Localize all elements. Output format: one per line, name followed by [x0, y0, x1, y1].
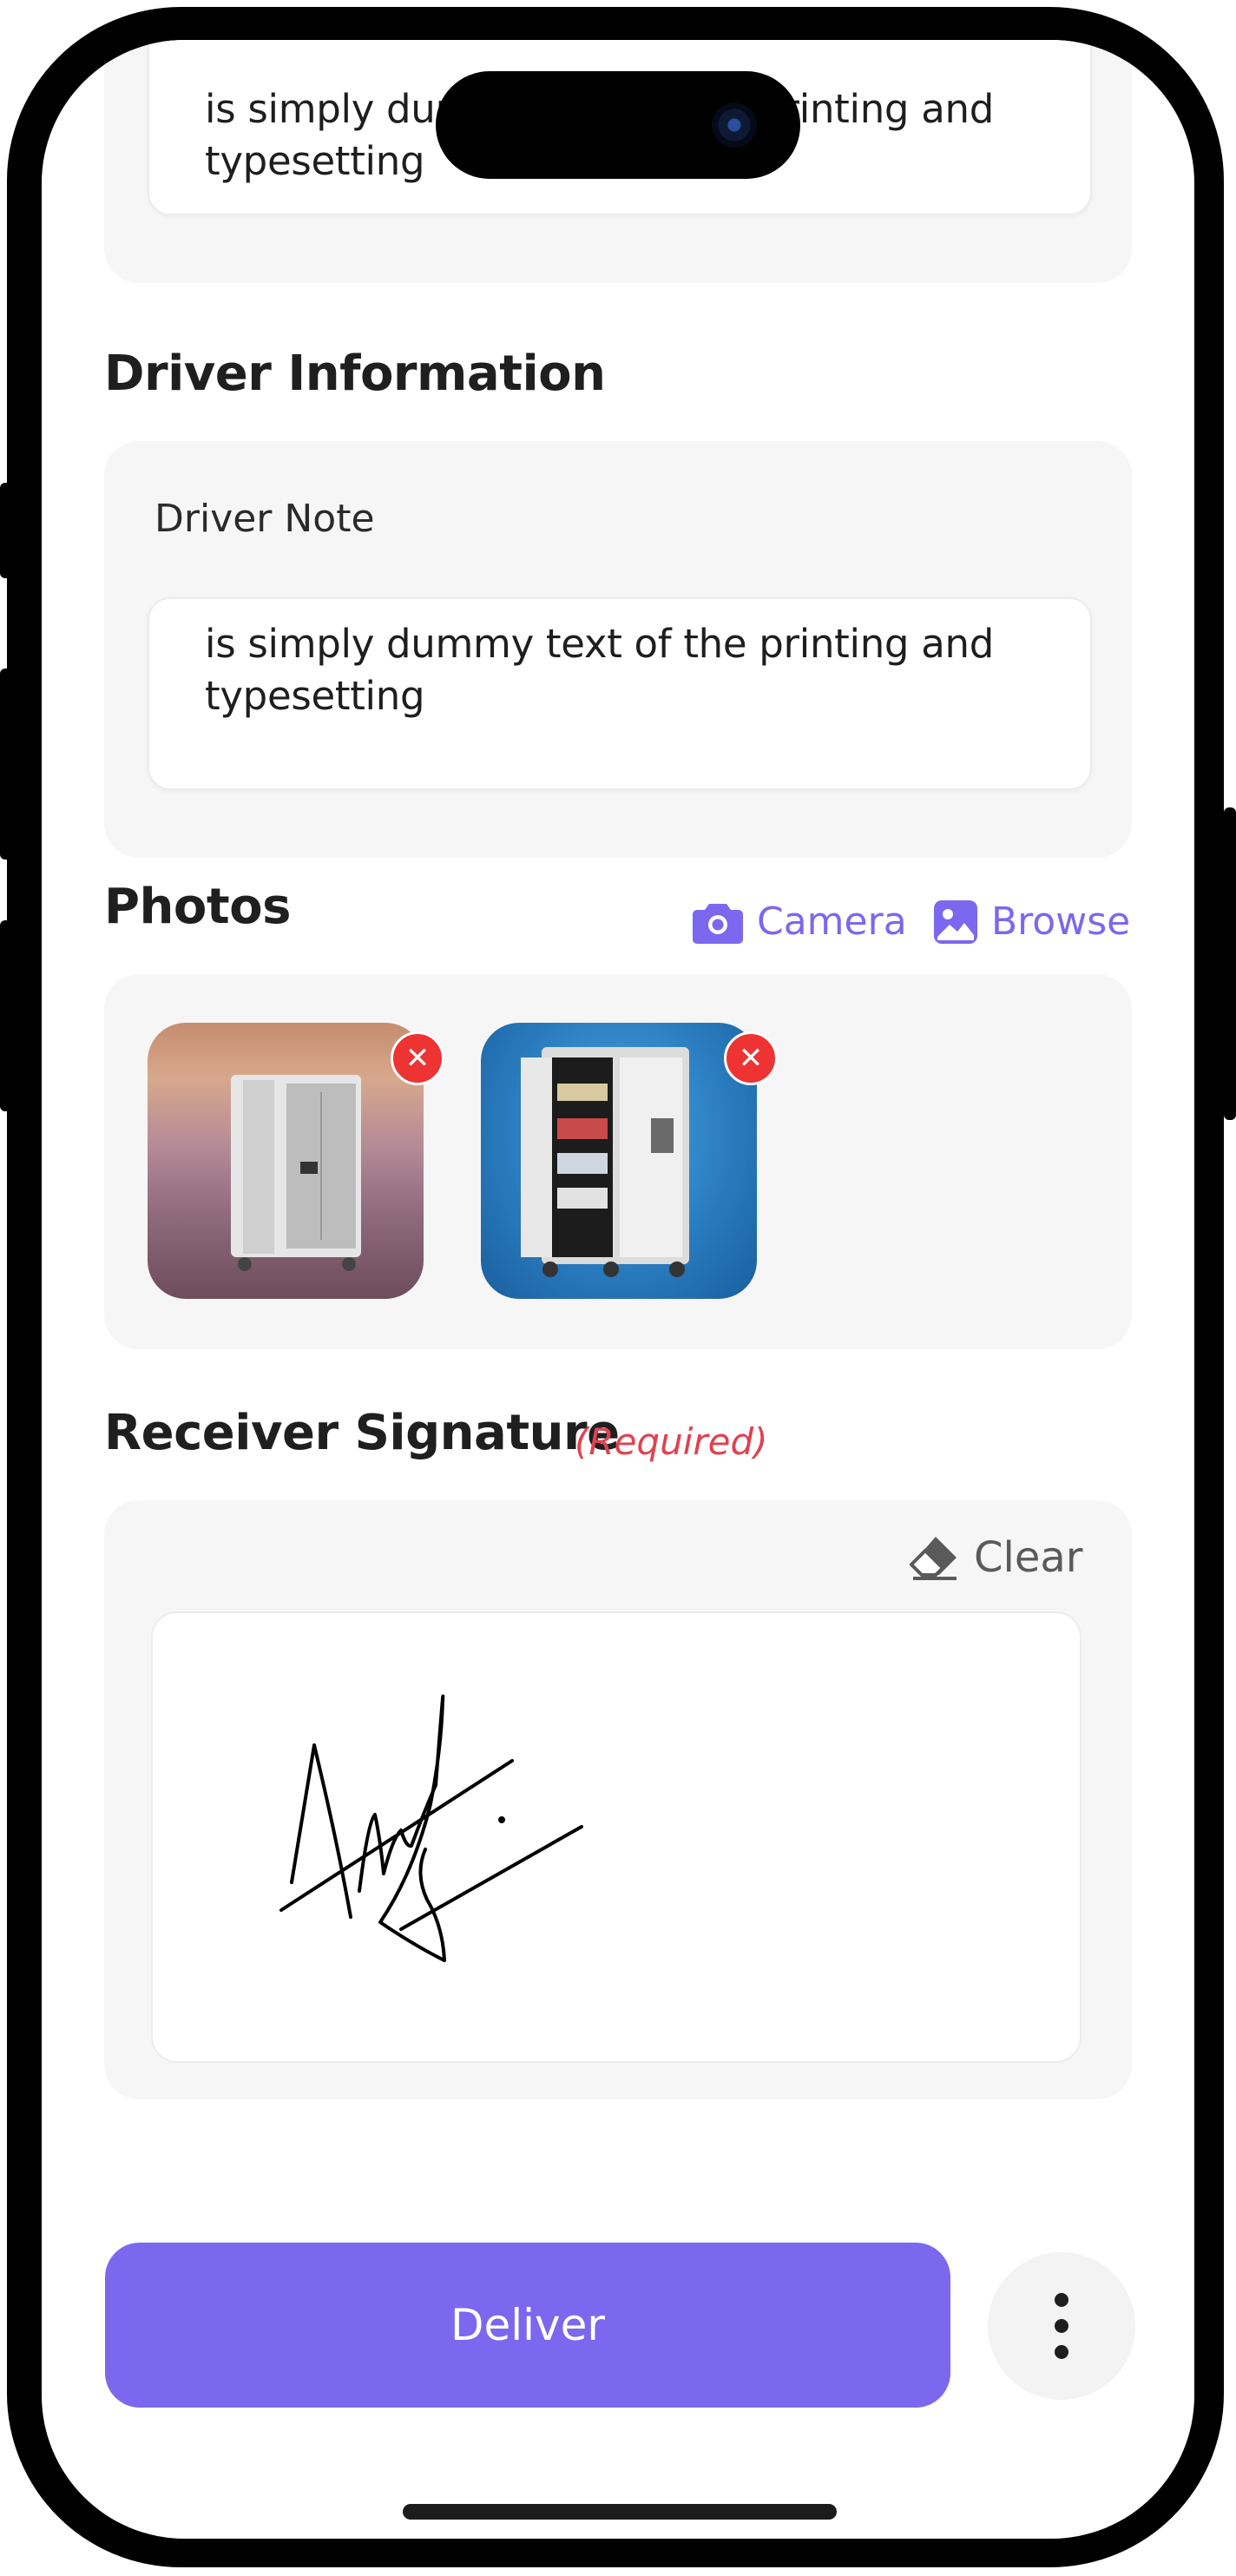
dynamic-island [436, 71, 800, 179]
photos-card: ✕ ✕ [104, 974, 1132, 1349]
volume-down-button [0, 920, 12, 1111]
camera-lens-icon [712, 102, 757, 148]
receiver-signature-title: Receiver Signature [104, 1405, 620, 1461]
clear-signature-button[interactable]: Clear [910, 1533, 1083, 1582]
more-vertical-icon-dot [1055, 2319, 1068, 2333]
app-screen: is simply dummy text of the printing and… [42, 40, 1194, 2539]
more-options-button[interactable] [988, 2252, 1135, 2400]
trolley-image [521, 1047, 689, 1277]
clear-label: Clear [974, 1533, 1083, 1582]
remove-photo-button[interactable]: ✕ [724, 1031, 778, 1085]
trolley-image [231, 1075, 361, 1271]
remove-photo-button[interactable]: ✕ [391, 1031, 444, 1085]
volume-up-button [0, 669, 12, 860]
more-vertical-icon [1055, 2293, 1068, 2307]
photos-title: Photos [104, 879, 291, 935]
signature-drawing [279, 1694, 583, 1962]
driver-note-field[interactable]: is simply dummy text of the printing and… [148, 597, 1092, 790]
camera-label: Camera [757, 899, 907, 944]
required-label: (Required) [575, 1420, 768, 1463]
photo-thumbnail[interactable] [481, 1023, 757, 1299]
eraser-icon [910, 1537, 957, 1580]
driver-note-text: is simply dummy text of the printing and… [205, 621, 994, 719]
browse-button[interactable]: Browse [934, 899, 1130, 944]
deliver-button[interactable]: Deliver [105, 2243, 950, 2408]
more-vertical-icon-dot [1055, 2345, 1068, 2359]
camera-button[interactable]: Camera [693, 899, 907, 944]
driver-information-title: Driver Information [104, 346, 606, 402]
browse-label: Browse [991, 899, 1131, 944]
driver-note-label: Driver Note [154, 497, 375, 541]
power-button [1224, 807, 1236, 1120]
image-icon [934, 899, 977, 944]
signature-pad[interactable] [151, 1611, 1082, 2063]
home-indicator [403, 2504, 837, 2520]
signature-card: Clear [104, 1500, 1132, 2099]
photo-thumbnail[interactable] [148, 1023, 424, 1299]
side-button [0, 483, 12, 578]
driver-information-card: Driver Note is simply dummy text of the … [104, 441, 1132, 858]
camera-icon [693, 903, 743, 944]
